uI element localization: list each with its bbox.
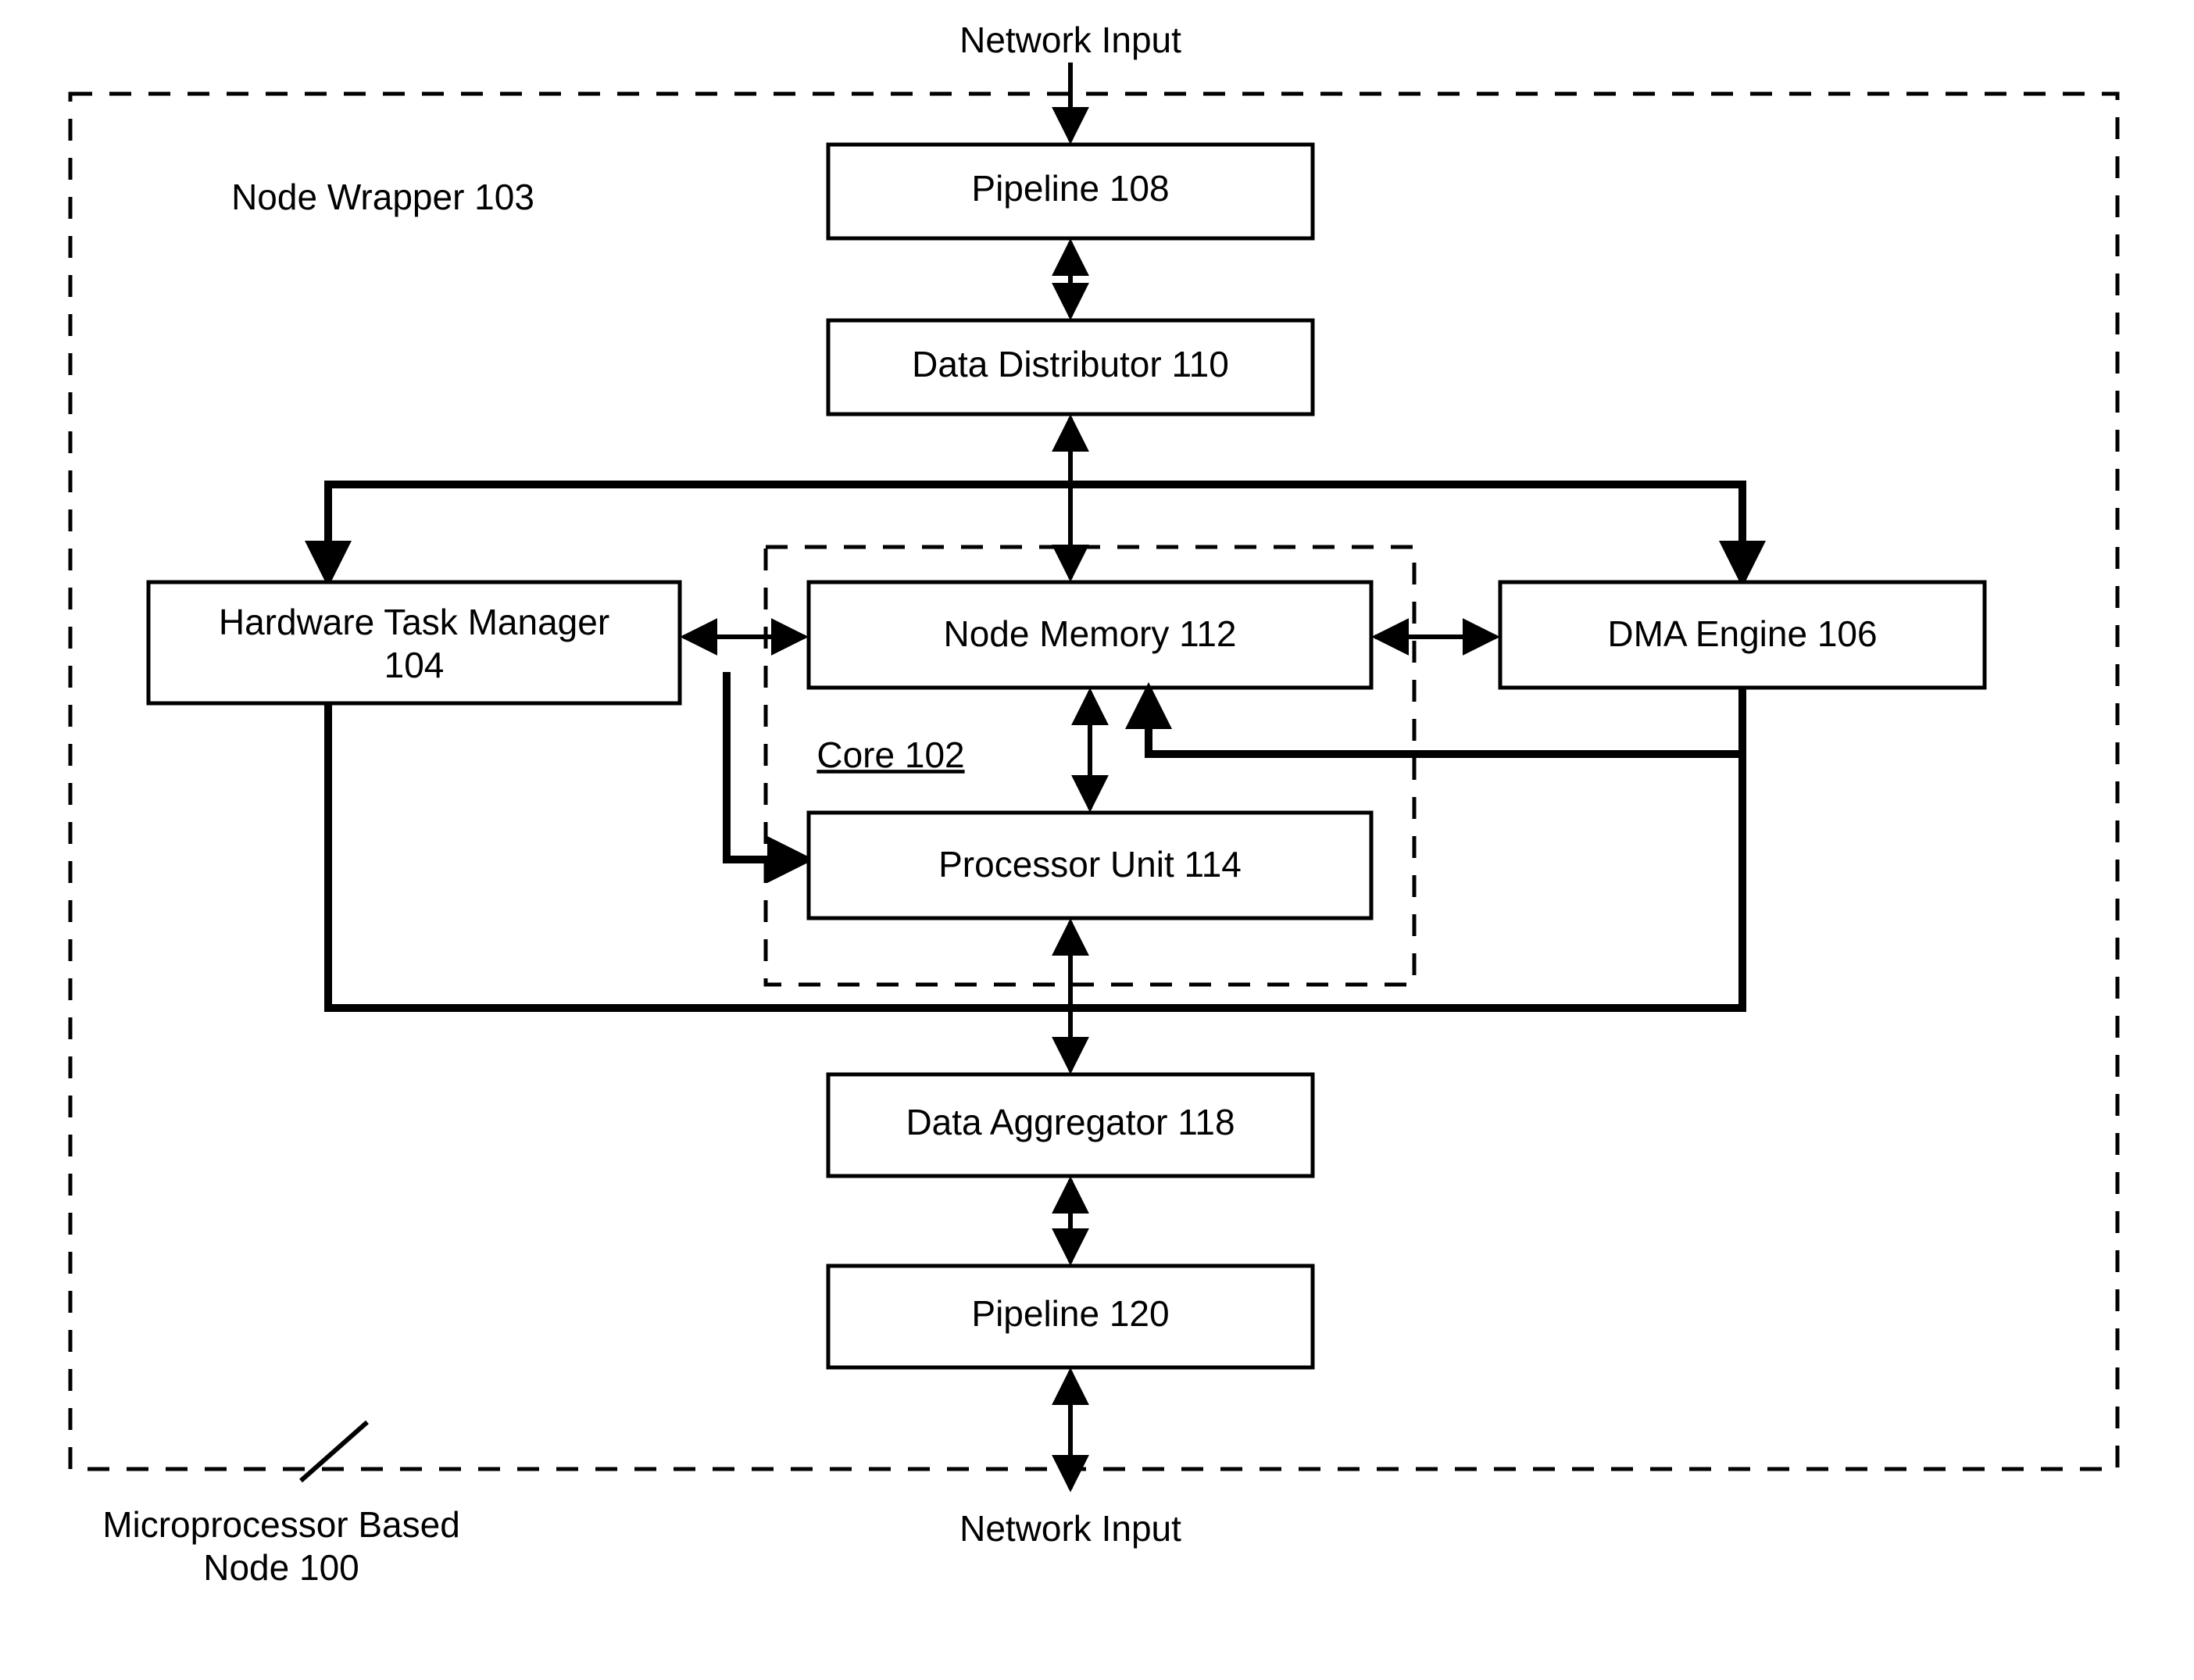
callout-line	[301, 1422, 367, 1481]
network-input-top-label: Network Input	[959, 20, 1181, 60]
micro-node-label-1: Microprocessor Based	[102, 1504, 460, 1545]
bus-to-htm	[328, 484, 1070, 578]
processor-unit-label: Processor Unit 114	[938, 844, 1242, 885]
node-memory-label: Node Memory 112	[944, 613, 1237, 654]
htm-104-label-1: Hardware Task Manager	[219, 602, 609, 642]
data-aggregator-label: Data Aggregator 118	[906, 1102, 1235, 1142]
network-input-bottom-label: Network Input	[959, 1508, 1181, 1549]
htm-104-label-2: 104	[384, 645, 445, 685]
micro-node-label-2: Node 100	[203, 1547, 359, 1588]
node-wrapper-label: Node Wrapper 103	[231, 177, 534, 217]
node-wrapper-container	[70, 94, 2117, 1469]
core-102-label: Core 102	[816, 735, 964, 775]
bus-to-dma	[1070, 484, 1742, 578]
arrow-dma-feedback	[1149, 692, 1500, 754]
data-distributor-label: Data Distributor 110	[912, 344, 1229, 384]
pipeline-108-label: Pipeline 108	[971, 168, 1169, 209]
dma-engine-label: DMA Engine 106	[1607, 613, 1877, 654]
pipeline-120-label: Pipeline 120	[971, 1293, 1169, 1334]
